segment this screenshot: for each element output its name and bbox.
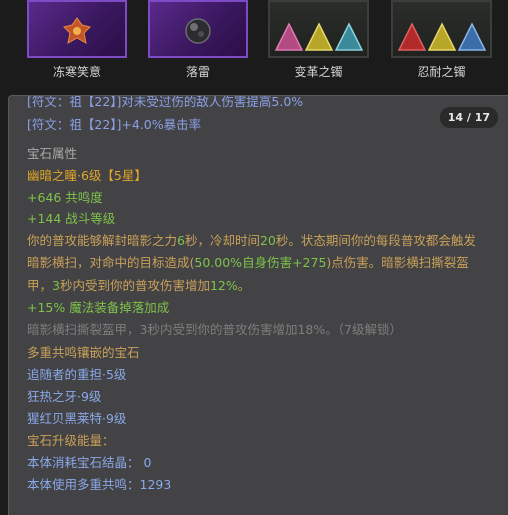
effect-value: 3: [52, 278, 60, 293]
effect-text: )点伤害。暗影横扫撕裂盔: [326, 255, 469, 270]
frost-grin-gem-icon: [63, 17, 91, 44]
rune-line: [符文：祖【22】]对未受过伤的敌人伤害提高5.0%: [27, 95, 304, 109]
effect-text: 秒内受到你的普攻伤害增加: [59, 278, 210, 293]
gem-effect-line-2: 暗影横扫，对命中的目标造成(50.00%自身伤害+275)点伤害。暗影横扫撕裂盔: [27, 254, 469, 272]
crystal-cost-line: 本体消耗宝石结晶： 0: [27, 454, 151, 472]
locked-effect-line: 暗影横扫撕裂盔甲，3秒内受到你的普攻伤害增加18%。（7级解锁）: [27, 322, 402, 337]
triangles-bracelet-icon: [274, 22, 363, 51]
gem-slot-label: 落雷: [185, 65, 210, 79]
battle-level-stat: +144 战斗等级: [27, 211, 116, 226]
effect-text: 。: [237, 278, 251, 293]
upgrade-energy-title: 宝石升级能量：: [27, 433, 115, 448]
gem-slot-bar: 冻寒笑意 落雷 变革之镯 忍耐之镯: [0, 0, 508, 88]
page-indicator-badge: 14 / 17: [439, 107, 498, 128]
gem-tooltip: 14 / 17 [符文：祖【22】]对未受过伤的敌人伤害提高5.0% [符文：祖…: [8, 95, 508, 515]
gem-effect-line-1: 你的普攻能够解封暗影之力6秒，冷却时间20秒。状态期间你的每段普攻都会触发: [27, 232, 476, 250]
multi-use-value: 1293: [139, 477, 172, 492]
gem-slot-frame: [268, 0, 369, 58]
effect-value: 12%: [209, 278, 238, 293]
magic-drop-stat: +15% 魔法装备掉落加成: [27, 300, 170, 315]
multi-gem-item: 猩红贝黑莱特·9级: [27, 411, 127, 426]
effect-text: 甲，: [27, 278, 53, 293]
effect-value: 6: [177, 233, 185, 248]
effect-value: 20: [259, 233, 276, 248]
gem-effect-line-3: 甲，3秒内受到你的普攻伤害增加12%。: [27, 277, 250, 295]
gem-slot-label: 忍耐之镯: [417, 65, 466, 79]
multi-gem-item: 追随者的重担·5级: [27, 367, 127, 382]
gem-slot-frame: [148, 0, 248, 58]
gem-slot-label: 冻寒笑意: [52, 65, 101, 79]
multi-use-line: 本体使用多重共鸣：1293: [27, 476, 171, 494]
crystal-cost-label: 本体消耗宝石结晶：: [27, 455, 140, 470]
effect-value: 50.00%: [194, 255, 243, 270]
effect-value: +275: [292, 255, 327, 270]
thunder-orb-gem-icon: [185, 18, 211, 44]
effect-text: 自身伤害: [242, 255, 293, 270]
gem-name: 幽暗之瞳·6级【5星】: [27, 168, 147, 183]
triangles-bracelet-icon: [397, 22, 486, 51]
resonance-stat: +646 共鸣度: [27, 190, 103, 205]
gem-section-title: 宝石属性: [27, 146, 78, 161]
crystal-cost-value: 0: [143, 455, 152, 470]
effect-text: 秒。状态期间你的每段普攻都会触发: [275, 233, 476, 248]
multi-resonance-title: 多重共鸣镶嵌的宝石: [27, 345, 140, 360]
effect-text: 秒，冷却时间: [184, 233, 260, 248]
gem-slot-label: 变革之镯: [294, 65, 343, 79]
rune-line: [符文：祖【22】]+4.0%暴击率: [27, 117, 202, 132]
multi-use-label: 本体使用多重共鸣：: [27, 477, 140, 492]
multi-gem-item: 狂热之牙·9级: [27, 389, 102, 404]
gem-slot-frame: [391, 0, 492, 58]
effect-text: 你的普攻能够解封暗影之力: [27, 233, 178, 248]
effect-text: 暗影横扫，对命中的目标造成(: [27, 255, 195, 270]
gem-slot-frame: [27, 0, 127, 58]
